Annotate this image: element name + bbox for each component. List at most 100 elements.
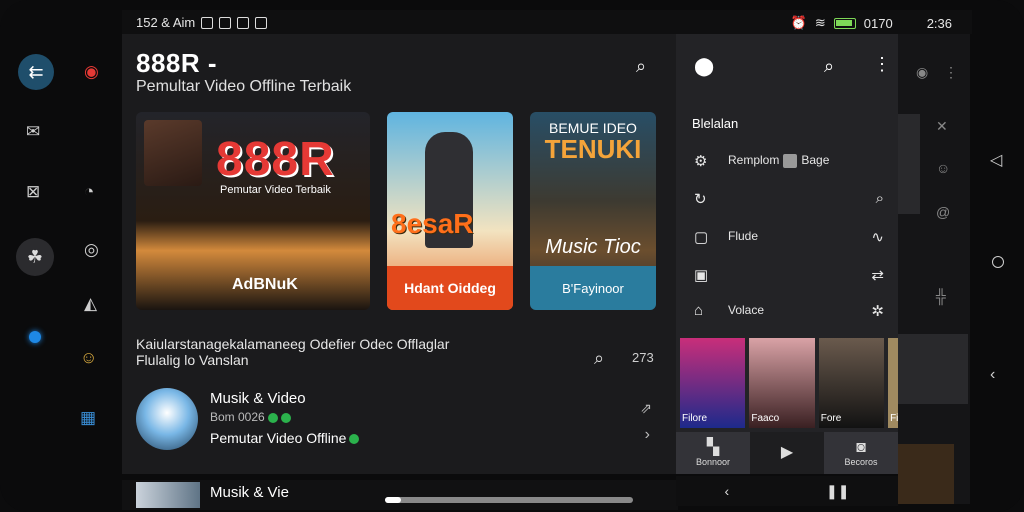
pause-icon[interactable]: ❚❚: [826, 483, 849, 500]
home-icon: ⌂: [694, 302, 704, 319]
recents-icon[interactable]: ‹: [990, 366, 995, 384]
record-icon: ◉: [916, 64, 929, 80]
panel-row[interactable]: ▣ ⇄: [692, 264, 888, 286]
battery-text: 0170: [863, 15, 893, 31]
avatar: [136, 388, 198, 450]
camera-button[interactable]: ◙ Becoros: [824, 432, 898, 474]
clock-icon[interactable]: ◎: [84, 240, 99, 260]
dot-indicator: [29, 331, 41, 343]
gear-icon: ✲: [871, 303, 884, 320]
panel-row-label-text: Remplom: [728, 153, 780, 167]
battery-icon: [833, 17, 856, 29]
wifi-icon: ≋: [814, 15, 826, 30]
panel-row[interactable]: ⚙ Remplom Bage: [692, 150, 888, 172]
main-content: 888R - Pemultar Video Offline Terbaik ⌕ …: [122, 34, 678, 474]
bottom-list-item[interactable]: Musik & Vie: [122, 480, 678, 510]
search-icon[interactable]: ⌕: [636, 56, 646, 77]
panel-row[interactable]: ↻ ⌕: [692, 188, 888, 210]
nav-rail: ⇇ ◉ ✉ ⊠ ◔ ◎ ☘ ◭ ☺ ▦: [0, 36, 120, 512]
system-nav: ◁ ‹: [972, 0, 1024, 512]
search-icon: ⌕: [875, 190, 884, 207]
status-dot: [267, 412, 278, 423]
thumbnail[interactable]: Filore: [680, 338, 746, 428]
inbox-icon[interactable]: ⊠: [26, 182, 40, 202]
list-item-meta-text: Bom 0026: [210, 410, 265, 424]
at-icon: @: [936, 204, 951, 220]
search-icon[interactable]: ⌕: [594, 348, 604, 369]
section-line-1: Kaiularstanagekalamaneeg Odefier Odec Of…: [136, 336, 450, 352]
folder-icon: ▢: [694, 229, 709, 246]
list-item-title: Musik & Video: [210, 390, 306, 407]
panel-row-label: Remplom Bage: [728, 153, 829, 168]
panel-row-badge: Bage: [801, 153, 830, 167]
thumbnail[interactable]: Faaco: [749, 338, 815, 428]
person-icon[interactable]: ☺: [80, 348, 97, 368]
list-item[interactable]: Musik & Video Bom 0026 Pemutar Video Off…: [136, 384, 666, 452]
panel-row[interactable]: ⌂ Volace ✲: [692, 300, 888, 322]
back-icon[interactable]: ◁: [990, 150, 1002, 170]
wave-icon: ∿: [871, 229, 884, 246]
status-bar: 152 & Aim ⏰ ≋ 0170 2:36: [122, 10, 972, 34]
chevron-right-icon[interactable]: ›: [645, 426, 650, 444]
record-icon[interactable]: ◉: [84, 62, 99, 82]
list-item-subtitle: Pemutar Video Offline: [210, 430, 360, 446]
portrait-image: [144, 120, 202, 186]
device-screen: 152 & Aim ⏰ ≋ 0170 2:36 ⇇ ◉ ✉ ⊠ ◔ ◎ ☘ ◭ …: [0, 0, 1024, 512]
refresh-icon: ↻: [694, 191, 707, 208]
back-chevron-icon[interactable]: ‹: [724, 483, 729, 499]
featured-card-1[interactable]: 888R Pemutar Video Terbaik AdBNuK: [136, 112, 370, 310]
panel-row-label: Volace: [728, 303, 765, 317]
section-line-2: Flulalig lo Vanslan: [136, 352, 249, 368]
featured-card-2[interactable]: 8esaR Hdant Oiddeg: [387, 112, 513, 310]
thumbnail-strip: Filore Faaco Fore Fi: [680, 338, 898, 428]
home-icon[interactable]: [992, 256, 1004, 268]
card-title: 888R: [216, 133, 335, 186]
section-description: Kaiularstanagekalamaneeg Odefier Odec Of…: [136, 336, 536, 368]
card-title: TENUKI: [544, 134, 642, 164]
page-title: 888R -: [136, 48, 218, 78]
pin-icon[interactable]: ⬤: [694, 56, 714, 77]
timer-icon[interactable]: ◔: [84, 182, 94, 202]
thumbnail-label: Fore: [820, 413, 842, 424]
gallery-icon: [255, 16, 268, 29]
card-tagline: Pemutar Video Terbaik: [220, 184, 331, 196]
thumbnail-label: Filore: [682, 413, 708, 424]
camera-button-label: Becoros: [844, 457, 878, 467]
featured-card-3[interactable]: BEMUE IDEO TENUKI Music Tioc B'Fayinoor: [530, 112, 656, 310]
alarm-icon: ⏰: [790, 15, 807, 30]
list-item-meta: Bom 0026: [210, 410, 291, 424]
sync-icon: ⇄: [871, 267, 884, 284]
menu-icon: ⇇: [28, 61, 44, 82]
gallery-button[interactable]: ▚ Bonnoor: [676, 432, 750, 474]
thumbnail[interactable]: Fore: [818, 338, 885, 428]
play-icon: ▶: [780, 444, 794, 461]
gallery-button-label: Bonnoor: [695, 457, 731, 467]
list-item-subtitle-text: Pemutar Video Offline: [210, 430, 347, 446]
bottom-item-title: Musik & Vie: [210, 484, 289, 501]
mail-icon[interactable]: ✉: [26, 122, 40, 142]
home-indicator[interactable]: [385, 497, 633, 503]
thumbnail[interactable]: Fi: [888, 338, 898, 428]
speaker-icon[interactable]: ◭: [84, 294, 97, 314]
home-indicator-knob: [385, 497, 401, 503]
panel-row[interactable]: ▢ Flude ∿: [692, 226, 888, 248]
menu-button[interactable]: ⇇: [18, 54, 54, 90]
image-icon: [237, 16, 250, 29]
thumbnail: [136, 482, 200, 508]
panel-heading: Blelalan: [692, 116, 739, 131]
status-dot: [280, 412, 291, 423]
grid-icon[interactable]: ▦: [80, 408, 96, 428]
group-button[interactable]: ☘: [16, 238, 54, 276]
play-button[interactable]: ▶: [750, 432, 824, 474]
card-label: Hdant Oiddeg: [387, 266, 513, 310]
card-label: AdBNuK: [232, 276, 298, 293]
share-icon[interactable]: ⇗: [640, 400, 652, 417]
search-icon[interactable]: ⌕: [824, 56, 834, 77]
tool-icon: ╬: [936, 288, 946, 304]
gallery-icon: ▚: [706, 439, 720, 456]
panel-toolbar: ⬤ ⌕ ⋮: [676, 34, 898, 98]
result-count: 273: [632, 350, 654, 365]
side-panel: ⬤ ⌕ ⋮ Blelalan ⚙ Remplom Bage ↻ ⌕ ▢ Flude…: [676, 34, 898, 474]
more-icon[interactable]: ⋮: [873, 54, 891, 75]
background-block: [898, 444, 954, 504]
